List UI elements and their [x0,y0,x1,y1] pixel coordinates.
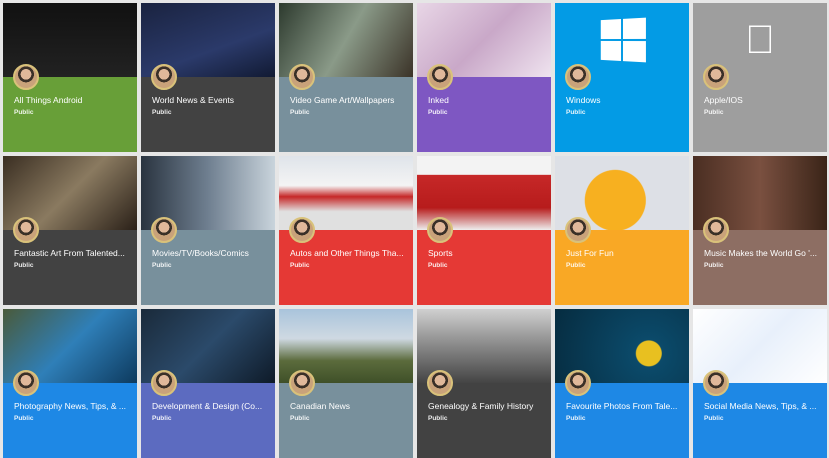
avatar[interactable] [703,370,729,396]
collection-visibility: Public [566,262,586,269]
collections-grid: All Things Android Public World News & E… [3,3,827,458]
avatar[interactable] [427,64,453,90]
avatar[interactable] [565,217,591,243]
avatar[interactable] [427,370,453,396]
collection-visibility: Public [428,109,448,116]
collection-title: Sports [428,248,453,258]
windows-logo-icon [600,17,646,63]
collection-card[interactable]: Autos and Other Things Tha... Public [279,156,413,305]
collection-card[interactable]: Social Media News, Tips, & ... Public [693,309,827,458]
collection-card[interactable]: Canadian News Public [279,309,413,458]
collection-card[interactable]: All Things Android Public [3,3,137,152]
collection-visibility: Public [566,109,586,116]
collection-title: Canadian News [290,401,351,411]
collection-card[interactable]: Sports Public [417,156,551,305]
collection-visibility: Public [704,109,724,116]
collection-visibility: Public [290,415,310,422]
collection-visibility: Public [14,109,34,116]
avatar[interactable] [427,217,453,243]
collection-card[interactable]: Movies/TV/Books/Comics Public [141,156,275,305]
collection-title: Just For Fun [566,248,614,258]
collection-title: Social Media News, Tips, & ... [704,401,817,411]
collection-visibility: Public [428,415,448,422]
collection-visibility: Public [566,415,586,422]
collection-card[interactable]: Fantastic Art From Talented... Public [3,156,137,305]
collection-card[interactable]: Video Game Art/Wallpapers Public [279,3,413,152]
collection-card[interactable]: Windows Public [555,3,689,152]
avatar[interactable] [703,64,729,90]
avatar[interactable] [289,64,315,90]
collection-card[interactable]: Favourite Photos From Tale... Public [555,309,689,458]
collection-title: Inked [428,95,449,105]
collection-card[interactable]: Music Makes the World Go '... Public [693,156,827,305]
avatar[interactable] [703,217,729,243]
avatar[interactable] [565,370,591,396]
collection-card[interactable]: World News & Events Public [141,3,275,152]
avatar[interactable] [289,217,315,243]
collection-card[interactable]: Just For Fun Public [555,156,689,305]
collection-card[interactable]: Development & Design (Co... Public [141,309,275,458]
collection-title: Genealogy & Family History [428,401,534,411]
avatar[interactable] [13,217,39,243]
collection-card[interactable]:  Apple/IOS Public [693,3,827,152]
avatar[interactable] [151,64,177,90]
collection-card[interactable]: Inked Public [417,3,551,152]
collection-title: World News & Events [152,95,235,105]
avatar[interactable] [13,64,39,90]
collection-visibility: Public [428,262,448,269]
avatar[interactable] [13,370,39,396]
collection-visibility: Public [14,262,34,269]
collection-card[interactable]: Genealogy & Family History Public [417,309,551,458]
collection-visibility: Public [152,109,172,116]
collection-title: Windows [566,95,601,105]
collection-title: All Things Android [14,95,83,105]
collection-title: Autos and Other Things Tha... [290,248,404,258]
collection-title: Development & Design (Co... [152,401,263,411]
collection-visibility: Public [290,262,310,269]
collection-visibility: Public [152,262,172,269]
avatar[interactable] [151,370,177,396]
collection-visibility: Public [152,415,172,422]
collection-title: Movies/TV/Books/Comics [152,248,249,258]
avatar[interactable] [565,64,591,90]
collection-title: Music Makes the World Go '... [704,248,817,258]
collection-title: Video Game Art/Wallpapers [290,95,395,105]
collection-title: Favourite Photos From Tale... [566,401,678,411]
collection-title: Fantastic Art From Talented... [14,248,125,258]
avatar[interactable] [151,217,177,243]
collection-visibility: Public [704,262,724,269]
collection-title: Apple/IOS [704,95,743,105]
collection-visibility: Public [704,415,724,422]
collection-visibility: Public [290,109,310,116]
collection-visibility: Public [14,415,34,422]
avatar[interactable] [289,370,315,396]
collection-card[interactable]: Photography News, Tips, & ... Public [3,309,137,458]
collection-title: Photography News, Tips, & ... [14,401,126,411]
apple-logo-icon:  [745,18,775,63]
